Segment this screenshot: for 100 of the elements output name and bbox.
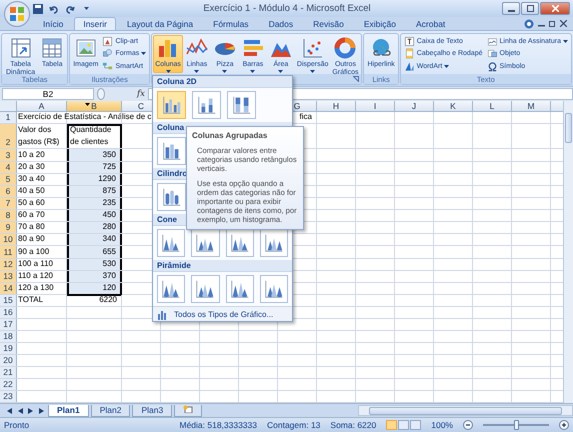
row-header[interactable]: 15 (0, 294, 17, 306)
chart-type-button[interactable] (157, 91, 186, 120)
cell-text: 350 (102, 148, 116, 161)
column-header[interactable]: B (67, 101, 122, 112)
column-header[interactable]: H (317, 101, 356, 112)
horizontal-scrollbar[interactable] (358, 405, 573, 416)
cell-text: 1290 (98, 172, 116, 185)
new-sheet-icon (183, 405, 194, 413)
office-button[interactable] (4, 1, 30, 27)
close-button[interactable] (540, 2, 570, 15)
cell-text: 6220 (99, 294, 117, 306)
save-button[interactable] (32, 2, 44, 14)
undo-icon (49, 4, 59, 14)
chart-type-button[interactable] (191, 229, 220, 258)
chart-type-button[interactable] (157, 275, 186, 304)
vertical-scrollbar[interactable] (563, 101, 573, 403)
row-header[interactable]: 22 (0, 379, 17, 390)
cell-text: 655 (102, 246, 116, 258)
row-header[interactable]: 12 (0, 258, 17, 270)
chart-type-button[interactable] (260, 229, 288, 258)
close-icon[interactable] (560, 20, 567, 27)
cell-text: 90 a 100 (18, 246, 50, 258)
column-chart-icon (157, 308, 168, 320)
sheet-tab[interactable]: Plan1 (48, 404, 89, 416)
chart-type-button[interactable] (260, 275, 288, 304)
ribbon-tab[interactable]: Acrobat (407, 17, 454, 30)
row-header[interactable]: 1 (0, 112, 17, 124)
row-header[interactable]: 10 (0, 234, 17, 246)
zoom-in-icon[interactable] (559, 420, 569, 430)
column-chart-icon (196, 94, 218, 116)
doughnut-chart-icon (333, 36, 358, 60)
splitter-handle-icon[interactable] (97, 88, 105, 100)
column-header[interactable]: L (473, 101, 512, 112)
zoom-slider-thumb[interactable] (514, 420, 519, 430)
row-header[interactable]: 9 (0, 222, 17, 234)
row-header[interactable]: 5 (0, 174, 17, 185)
cell-text: 530 (102, 258, 116, 270)
help-icon[interactable] (524, 18, 534, 28)
column-header[interactable]: I (356, 101, 395, 112)
row-header[interactable]: 14 (0, 282, 17, 294)
ribbon-tab[interactable]: Dados (260, 17, 302, 30)
dialog-launcher-icon[interactable] (353, 76, 360, 82)
column-header[interactable]: J (395, 101, 434, 112)
column-header[interactable]: M (512, 101, 551, 112)
insert-function-button[interactable]: fx (137, 89, 145, 99)
restore-icon[interactable] (549, 20, 556, 27)
cell-text: 60 a 70 (18, 209, 45, 222)
row-header[interactable]: 4 (0, 162, 17, 173)
row-header[interactable]: 2 (0, 124, 17, 148)
row-header[interactable]: 13 (0, 270, 17, 282)
cell-text: TOTAL (18, 294, 44, 306)
column-chart-icon (194, 278, 216, 300)
chart-type-button[interactable] (157, 183, 186, 212)
text-box-icon (404, 36, 415, 47)
row-header[interactable]: 6 (0, 186, 17, 197)
row-header[interactable]: 3 (0, 149, 17, 161)
ribbon-tab[interactable]: Revisão (304, 17, 353, 30)
ribbon-tab[interactable]: Início (34, 17, 72, 30)
ribbon-tab[interactable]: Exibição (354, 17, 405, 30)
chart-type-button[interactable] (192, 91, 221, 120)
cell-text: 120 a 130 (18, 282, 54, 294)
chart-type-button[interactable] (226, 229, 254, 258)
row-header[interactable]: 11 (0, 246, 17, 258)
sheet-nav-button[interactable] (26, 406, 35, 416)
cell-text: 340 (102, 233, 116, 246)
row-header[interactable]: 21 (0, 367, 17, 378)
scatter-chart-icon (300, 36, 325, 60)
zoom-out-icon[interactable] (463, 420, 473, 430)
all-chart-types-button[interactable]: Todos os Tipos de Gráfico... (153, 306, 292, 322)
zoom-level: 100% (431, 420, 453, 430)
row-header[interactable]: 16 (0, 307, 17, 318)
status-stat: Contagem: 13 (267, 420, 320, 430)
sheet-nav-button[interactable] (37, 406, 46, 416)
chart-type-button[interactable] (191, 275, 220, 304)
insert-sheet-tab[interactable] (174, 404, 202, 416)
chart-type-button[interactable] (157, 137, 186, 166)
signature-icon (486, 36, 498, 47)
ribbon-tab[interactable]: Layout da Página (118, 17, 202, 30)
ribbon-tab[interactable]: Fórmulas (204, 17, 258, 30)
chart-type-button[interactable] (227, 91, 256, 120)
sheet-tab[interactable]: Plan2 (90, 404, 130, 416)
caret-icon (85, 103, 90, 106)
row-header[interactable]: 8 (0, 210, 17, 222)
column-chart-icon (262, 278, 285, 300)
chart-type-button[interactable] (157, 229, 186, 258)
column-header[interactable]: K (434, 101, 473, 112)
caret-icon (84, 7, 88, 10)
chart-type-button[interactable] (226, 275, 254, 304)
maximize-button[interactable] (521, 2, 539, 15)
row-header[interactable]: 19 (0, 343, 17, 354)
object-icon (486, 48, 498, 60)
sheet-tab[interactable]: Plan3 (132, 404, 172, 416)
row-header[interactable]: 18 (0, 331, 17, 342)
row-header[interactable]: 23 (0, 391, 17, 402)
row-header[interactable]: 20 (0, 355, 17, 366)
cell-text: 80 a 90 (18, 233, 45, 246)
ribbon-tab[interactable]: Inserir (74, 17, 116, 30)
row-header[interactable]: 7 (0, 198, 17, 210)
minimize-button[interactable] (502, 2, 520, 15)
row-header[interactable]: 17 (0, 319, 17, 330)
